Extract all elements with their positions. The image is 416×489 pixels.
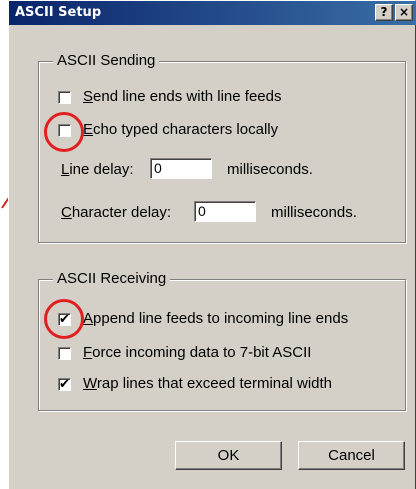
close-button[interactable]: × <box>395 4 413 21</box>
append-line-feeds-label[interactable]: Append line feeds to incoming line ends <box>83 310 348 327</box>
force-7bit-label[interactable]: Force incoming data to 7-bit ASCII <box>83 344 311 361</box>
wrap-lines-label[interactable]: Wrap lines that exceed terminal width <box>83 375 332 392</box>
ascii-receiving-legend: ASCII Receiving <box>53 270 171 287</box>
close-icon: × <box>398 5 410 19</box>
title-bar: ASCII Setup ? × <box>9 1 416 25</box>
force-7bit-checkbox[interactable] <box>58 347 71 360</box>
ascii-setup-dialog: ASCII Setup ? × ASCII Sending Send line … <box>8 0 416 489</box>
ok-button[interactable]: OK <box>175 441 282 470</box>
cancel-button[interactable]: Cancel <box>298 441 405 470</box>
help-button[interactable]: ? <box>375 4 393 21</box>
character-delay-label: Character delay: <box>61 204 172 221</box>
window-title: ASCII Setup <box>15 5 102 20</box>
echo-typed-checkbox[interactable] <box>58 124 71 137</box>
character-delay-unit: milliseconds. <box>271 204 357 221</box>
line-delay-input[interactable]: 0 <box>150 158 212 179</box>
help-icon: ? <box>380 5 388 19</box>
append-line-feeds-checkbox[interactable]: ✔ <box>58 313 71 326</box>
line-delay-unit: milliseconds. <box>227 161 313 178</box>
send-line-ends-checkbox[interactable] <box>58 91 71 104</box>
wrap-lines-checkbox[interactable]: ✔ <box>58 378 71 391</box>
character-delay-input[interactable]: 0 <box>194 201 256 222</box>
ascii-sending-legend: ASCII Sending <box>53 52 160 69</box>
line-delay-label: Line delay: <box>61 161 134 178</box>
send-line-ends-label[interactable]: Send line ends with line feeds <box>83 88 281 105</box>
echo-typed-label[interactable]: Echo typed characters locally <box>83 121 278 138</box>
